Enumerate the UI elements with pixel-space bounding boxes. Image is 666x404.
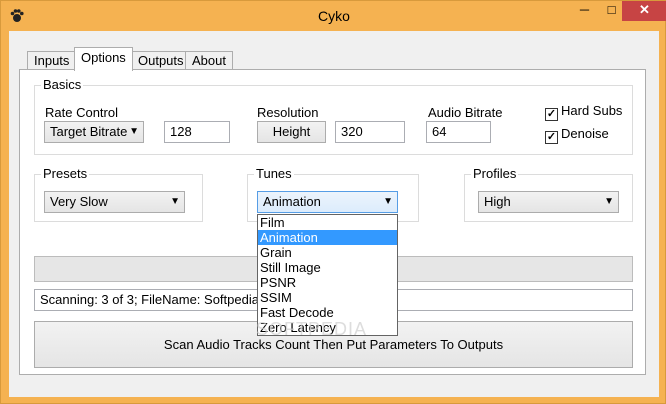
audio-bitrate-input[interactable]: 64 (426, 121, 491, 143)
tunes-option-still-image[interactable]: Still Image (258, 260, 397, 275)
checkmark-icon: ✓ (545, 108, 558, 121)
app-window: Cyko ─ □ ✕ Inputs Options Outputs About … (0, 0, 666, 404)
tab-inputs[interactable]: Inputs (27, 51, 77, 70)
profiles-value: High (484, 194, 511, 209)
tunes-option-film[interactable]: Film (258, 215, 397, 230)
tunes-value: Animation (263, 194, 321, 209)
tunes-option-psnr[interactable]: PSNR (258, 275, 397, 290)
watermark: SOFTPEDIA (256, 319, 368, 339)
window-title: Cyko (318, 8, 350, 24)
hard-subs-label: Hard Subs (561, 103, 623, 118)
chevron-down-icon: ▼ (129, 126, 139, 137)
maximize-button[interactable]: □ (598, 1, 625, 21)
height-button[interactable]: Height (257, 121, 326, 143)
profiles-select[interactable]: High ▼ (478, 191, 619, 213)
tunes-select[interactable]: Animation ▼ (257, 191, 398, 213)
title-bar: Cyko ─ □ ✕ (1, 1, 666, 31)
presets-value: Very Slow (50, 194, 108, 209)
presets-title: Presets (41, 166, 90, 181)
rate-control-label: Rate Control (45, 105, 118, 120)
tunes-option-grain[interactable]: Grain (258, 245, 397, 260)
bitrate-input[interactable]: 128 (164, 121, 230, 143)
profiles-title: Profiles (471, 166, 519, 181)
hard-subs-checkbox[interactable]: ✓ Hard Subs (545, 103, 622, 121)
resolution-label: Resolution (257, 105, 319, 120)
tunes-dropdown-list: Film Animation Grain Still Image PSNR SS… (257, 214, 398, 336)
rate-control-select[interactable]: Target Bitrate ▼ (44, 121, 144, 143)
tunes-option-ssim[interactable]: SSIM (258, 290, 397, 305)
denoise-checkbox[interactable]: ✓ Denoise (545, 126, 609, 144)
presets-select[interactable]: Very Slow ▼ (44, 191, 185, 213)
tunes-title: Tunes (254, 166, 294, 181)
chevron-down-icon: ▼ (604, 196, 614, 207)
rate-control-value: Target Bitrate (50, 124, 128, 139)
tab-outputs[interactable]: Outputs (131, 51, 191, 70)
tunes-option-fast-decode[interactable]: Fast Decode (258, 305, 397, 320)
chevron-down-icon: ▼ (383, 196, 393, 207)
minimize-button[interactable]: ─ (571, 1, 598, 21)
tab-options[interactable]: Options (74, 47, 133, 71)
audio-bitrate-label: Audio Bitrate (428, 105, 503, 120)
tab-about[interactable]: About (185, 51, 233, 70)
tunes-option-animation[interactable]: Animation (258, 230, 397, 245)
checkmark-icon: ✓ (545, 131, 558, 144)
resolution-input[interactable]: 320 (335, 121, 405, 143)
chevron-down-icon: ▼ (170, 196, 180, 207)
basics-title: Basics (41, 77, 84, 92)
basics-group: Basics (34, 77, 633, 155)
denoise-label: Denoise (561, 126, 609, 141)
close-button[interactable]: ✕ (622, 1, 666, 21)
